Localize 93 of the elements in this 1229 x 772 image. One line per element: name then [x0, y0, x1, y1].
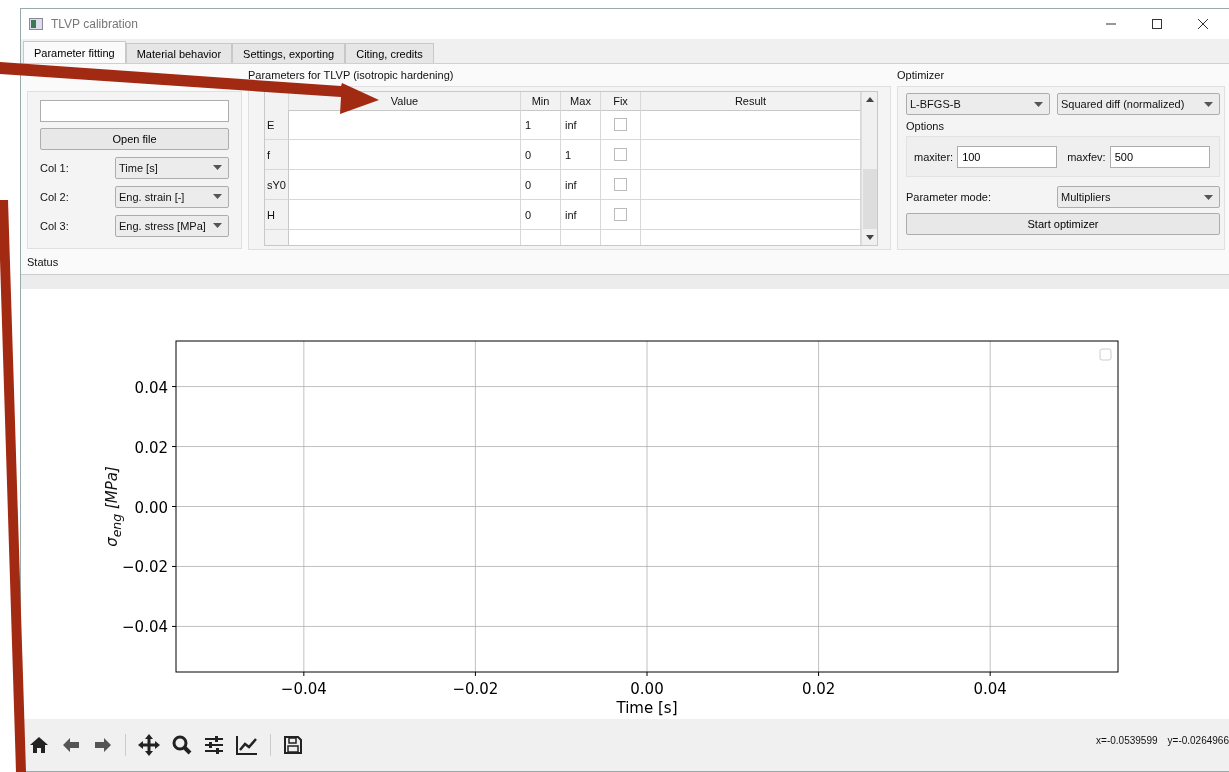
table-cell[interactable]: inf — [561, 200, 601, 230]
row-header[interactable]: E — [265, 110, 289, 140]
column-dropdown[interactable]: Eng. strain [-] — [115, 185, 229, 208]
tick-mark — [171, 506, 177, 507]
scroll-up-icon[interactable] — [865, 97, 874, 102]
tick-mark — [818, 671, 820, 677]
table-cell[interactable]: 0 — [521, 170, 561, 200]
group-title: Parameters for TLVP (isotropic hardening) — [248, 68, 455, 83]
mode-label: Parameter mode: — [906, 191, 992, 203]
option-label: maxiter: — [914, 150, 954, 163]
column-label: Col 1: — [40, 161, 70, 174]
close-icon[interactable] — [1197, 18, 1209, 30]
caret-icon — [1204, 101, 1213, 107]
status-label: Status — [26, 255, 60, 270]
sliders-icon[interactable] — [204, 736, 224, 754]
table-cell[interactable]: 0 — [521, 140, 561, 170]
legend-box — [1099, 348, 1112, 361]
start-optimizer-button[interactable]: Start optimizer — [906, 213, 1220, 235]
maximize-icon[interactable] — [1151, 18, 1163, 30]
tab[interactable]: Settings, exporting — [232, 43, 346, 63]
column-header[interactable]: Fix — [601, 92, 641, 111]
tick-mark — [303, 671, 305, 677]
back-icon[interactable] — [61, 736, 81, 754]
tab[interactable]: Material behavior — [125, 43, 233, 63]
caret-icon — [213, 165, 222, 170]
tick-mark — [474, 671, 476, 677]
column-dropdown[interactable]: Eng. stress [MPa] — [115, 214, 229, 237]
file-path-field[interactable] — [40, 100, 229, 122]
window-title: TLVP calibration — [51, 17, 138, 31]
row-header[interactable]: H — [265, 200, 289, 230]
cursor-coordinate: y=-0.0264966 — [1167, 734, 1229, 746]
search-icon[interactable] — [172, 735, 192, 755]
x-tick-label: −0.04 — [280, 680, 327, 698]
method-dropdown[interactable]: L-BFGS-B — [906, 93, 1050, 115]
caret-icon — [213, 223, 222, 228]
option-field[interactable]: 100 — [957, 145, 1058, 168]
home-icon[interactable] — [29, 736, 49, 754]
cursor-coordinate: x=-0.0539599 — [1096, 734, 1158, 746]
line-chart-icon[interactable] — [236, 735, 258, 755]
option-label: maxfev: — [1067, 150, 1106, 163]
tab[interactable]: Citing, credits — [345, 43, 434, 63]
tick-mark — [646, 671, 648, 677]
fix-checkbox[interactable] — [614, 208, 627, 221]
column-header[interactable]: Max — [561, 92, 601, 111]
table-cell[interactable] — [289, 140, 521, 170]
table-cell[interactable]: 1 — [561, 140, 601, 170]
column-header[interactable]: Min — [521, 92, 561, 111]
fix-checkbox[interactable] — [614, 148, 627, 161]
save-icon[interactable] — [283, 735, 303, 755]
fix-checkbox[interactable] — [614, 118, 627, 131]
y-tick-label: −0.02 — [122, 558, 168, 577]
column-label: Col 3: — [40, 219, 70, 232]
x-axis-label: Time [s] — [616, 699, 678, 717]
caret-icon — [1204, 194, 1213, 200]
scrollbar[interactable] — [861, 92, 877, 245]
table-cell[interactable]: inf — [561, 170, 601, 200]
tick-mark — [171, 565, 177, 567]
table-cell[interactable]: 1 — [521, 110, 561, 140]
y-tick-label: 0.02 — [134, 438, 168, 457]
caret-icon — [213, 194, 222, 199]
table-cell[interactable]: 0 — [521, 200, 561, 230]
tick-mark — [171, 386, 177, 388]
column-label: Col 2: — [40, 190, 70, 203]
mode-dropdown[interactable]: Multipliers — [1057, 186, 1220, 208]
option-field[interactable]: 500 — [1109, 145, 1210, 168]
x-tick-label: 0.04 — [973, 680, 1007, 698]
x-tick-label: 0.00 — [630, 680, 664, 698]
table-cell[interactable] — [289, 200, 521, 230]
app-icon — [29, 18, 43, 30]
move-icon[interactable] — [138, 734, 160, 756]
tick-mark — [171, 446, 177, 448]
row-header[interactable]: f — [265, 140, 289, 170]
caret-icon — [1034, 101, 1043, 107]
table-cell[interactable]: inf — [561, 110, 601, 140]
column-header[interactable]: Result — [641, 92, 861, 111]
y-tick-label: 0.00 — [134, 498, 168, 517]
column-dropdown[interactable]: Time [s] — [115, 156, 229, 179]
forward-icon[interactable] — [93, 736, 113, 754]
tick-mark — [989, 671, 991, 677]
tab[interactable]: Parameter fitting — [23, 41, 126, 63]
objective-dropdown[interactable]: Squared diff (normalized) — [1057, 93, 1220, 115]
y-tick-label: −0.04 — [122, 618, 168, 637]
x-tick-label: −0.02 — [452, 680, 499, 698]
fix-checkbox[interactable] — [614, 178, 627, 191]
tick-mark — [171, 625, 177, 627]
options-label: Options — [906, 120, 945, 132]
open-file-button[interactable]: Open file — [40, 128, 229, 150]
y-tick-label: 0.04 — [134, 378, 168, 397]
row-header[interactable]: sY0 — [265, 170, 289, 200]
group-title: Optimizer — [897, 68, 946, 83]
table-cell[interactable] — [289, 170, 521, 200]
scroll-down-icon[interactable] — [865, 235, 874, 240]
x-tick-label: 0.02 — [801, 680, 836, 698]
